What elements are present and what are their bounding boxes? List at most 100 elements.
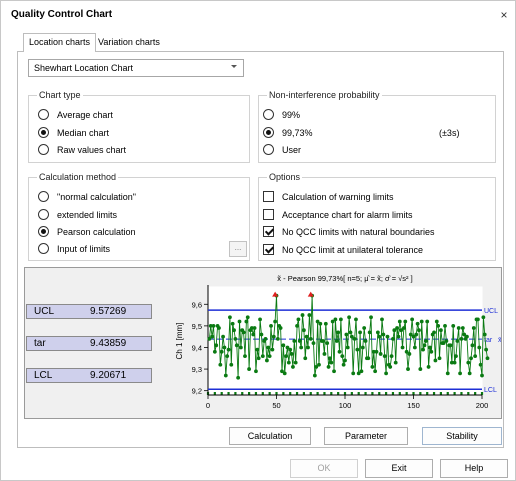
radio-normal-calculation[interactable]: [38, 191, 49, 202]
data-point: [452, 360, 457, 365]
data-point: [306, 345, 310, 350]
data-point: [425, 319, 430, 324]
x-tick-label: 50: [272, 401, 280, 410]
data-point: [289, 352, 294, 356]
data-point: [308, 336, 313, 341]
x-tick-label: 150: [407, 401, 420, 410]
data-point: [278, 326, 283, 330]
data-point: [214, 343, 219, 348]
window-title: Quality Control Chart: [11, 9, 113, 20]
data-point: [381, 332, 386, 337]
quality-control-chart-window: Quality Control Chart × Location charts …: [0, 0, 516, 481]
checkbox-acceptance-chart-label: Acceptance chart for alarm limits: [282, 210, 413, 220]
data-point: [382, 354, 387, 359]
calculation-button[interactable]: Calculation: [229, 427, 311, 445]
help-button[interactable]: Help: [440, 459, 508, 478]
stability-button[interactable]: Stability: [422, 427, 502, 445]
data-point: [256, 356, 261, 361]
ok-button[interactable]: OK: [290, 459, 358, 478]
data-point: [422, 343, 427, 348]
data-point: [429, 349, 434, 354]
checkbox-acceptance-chart[interactable]: [263, 209, 274, 220]
data-point: [419, 319, 424, 324]
radio-average-chart-label: Average chart: [57, 110, 113, 120]
data-point: [473, 354, 478, 359]
data-point: [432, 330, 436, 335]
data-point: [322, 352, 327, 356]
lcl-value-box: LCL 9.20671: [26, 368, 152, 383]
data-point: [297, 339, 302, 343]
data-point: [460, 326, 465, 330]
data-point: [238, 345, 243, 350]
data-point: [218, 362, 223, 367]
y-tick-label: 9,3: [192, 365, 202, 374]
data-point: [397, 319, 402, 324]
data-point: [367, 330, 372, 335]
data-point: [421, 347, 425, 352]
data-point: [217, 326, 221, 330]
data-point: [291, 365, 295, 369]
data-point: [317, 362, 321, 367]
data-point: [363, 339, 368, 343]
data-point: [433, 358, 438, 363]
radio-extended-limits[interactable]: [38, 209, 49, 220]
checkbox-natural-boundaries[interactable]: [263, 226, 274, 237]
data-point: [263, 336, 268, 341]
data-point: [484, 347, 489, 352]
exit-button[interactable]: Exit: [365, 459, 433, 478]
chart-selector-dropdown[interactable]: Shewhart Location Chart: [28, 59, 244, 77]
ucl-value: 9.57269: [90, 306, 127, 317]
data-point: [434, 319, 439, 324]
data-point: [236, 375, 241, 380]
tab-variation-charts[interactable]: Variation charts: [93, 34, 165, 51]
radio-99-label: 99%: [282, 110, 301, 120]
parameter-button[interactable]: Parameter: [324, 427, 408, 445]
data-point: [437, 356, 442, 361]
checkbox-warning-limits[interactable]: [263, 191, 274, 202]
data-point: [366, 356, 371, 361]
data-point: [455, 339, 460, 343]
data-point: [255, 347, 260, 352]
close-icon[interactable]: ×: [498, 8, 510, 22]
input-limits-ellipsis-button[interactable]: ...: [229, 241, 247, 257]
radio-99-73-label: 99,73%: [282, 128, 313, 138]
data-point: [225, 354, 230, 359]
radio-99[interactable]: [263, 109, 274, 120]
checkbox-unilateral-tolerance[interactable]: [263, 244, 274, 255]
data-point: [360, 345, 365, 350]
data-point: [403, 319, 408, 324]
data-point: [267, 354, 272, 359]
data-point: [384, 371, 388, 376]
data-point: [436, 323, 441, 328]
data-point: [400, 345, 405, 350]
radio-median-chart[interactable]: [38, 127, 49, 138]
non-interference-legend: Non-interference probability: [267, 90, 382, 100]
data-point: [370, 365, 375, 369]
data-point: [482, 332, 487, 337]
radio-input-of-limits[interactable]: [38, 243, 49, 254]
data-point: [304, 334, 309, 339]
radio-pearson-calculation[interactable]: [38, 226, 49, 237]
radio-user-label: User: [282, 145, 302, 155]
tab-location-charts[interactable]: Location charts: [23, 33, 97, 52]
radio-raw-values-chart[interactable]: [38, 144, 49, 155]
data-point: [212, 349, 217, 354]
radio-median-chart-label: Median chart: [57, 128, 110, 138]
data-point: [326, 365, 331, 369]
data-point: [428, 345, 432, 350]
data-point: [328, 356, 332, 361]
data-point: [251, 332, 256, 337]
data-point: [269, 323, 273, 328]
radio-99-73[interactable]: [263, 127, 274, 138]
data-point: [254, 369, 258, 374]
data-point: [388, 365, 393, 369]
radio-user[interactable]: [263, 144, 274, 155]
radio-average-chart[interactable]: [38, 109, 49, 120]
checkbox-natural-boundaries-label: No QCC limits with natural boundaries: [282, 227, 435, 237]
ucl-right-label: UCL: [484, 308, 498, 315]
data-point: [300, 313, 305, 317]
data-point: [412, 345, 417, 350]
data-point: [341, 362, 346, 367]
data-point: [391, 336, 395, 341]
data-point: [389, 354, 394, 359]
